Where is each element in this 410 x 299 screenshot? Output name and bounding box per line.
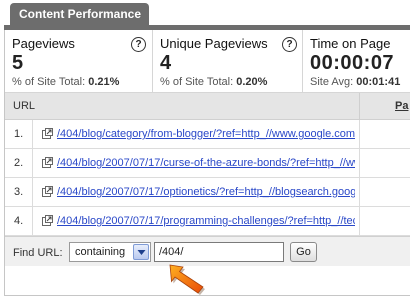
help-icon[interactable]: ? [131,37,146,52]
row-number: 1. [5,120,33,148]
metric-label: Time on Page [310,36,391,51]
url-link[interactable]: /404/blog/2007/07/17/optionetics/?ref=ht… [57,186,355,198]
url-link[interactable]: /404/blog/category/from-blogger/?ref=htt… [57,128,355,140]
metric-value: 00:00:07 [310,52,395,74]
metric-sub-label: Site Avg: [310,76,354,88]
table-row: 1. /404/blog/category/from-blogger/?ref=… [5,120,410,149]
chevron-down-icon[interactable] [133,244,149,260]
external-link-icon[interactable] [42,215,53,226]
column-header-url: URL [13,100,36,112]
metric-value: 4 [160,52,172,74]
column-header-pageviews[interactable]: Pa [395,100,408,112]
table-row: 3. /404/blog/2007/07/17/optionetics/?ref… [5,178,410,207]
metric-sub-value: 0.21% [88,76,120,88]
go-button[interactable]: Go [290,242,317,262]
match-type-select[interactable]: containing [69,242,151,262]
content-panel: Pageviews 5 % of Site Total: 0.21% ? Uni… [4,30,410,296]
row-number: 4. [5,207,33,235]
match-type-value: containing [75,246,126,258]
metric-pageviews: Pageviews 5 % of Site Total: 0.21% ? [5,30,153,93]
table-row: 4. /404/blog/2007/07/17/programming-chal… [5,207,410,236]
metric-time-on-page: Time on Page 00:00:07 Site Avg: 00:01:41 [303,30,410,93]
metric-sub-value: 0.20% [236,76,268,88]
metric-unique-pageviews: Unique Pageviews 4 % of Site Total: 0.20… [153,30,303,93]
metric-label: Unique Pageviews [160,36,268,51]
help-icon[interactable]: ? [282,37,297,52]
metric-sub: Site Avg: 00:01:41 [310,76,410,88]
metrics-bar: Pageviews 5 % of Site Total: 0.21% ? Uni… [5,30,410,93]
find-url-label: Find URL: [13,247,63,259]
find-url-input[interactable]: /404/ [154,242,284,262]
url-link[interactable]: /404/blog/2007/07/17/curse-of-the-azure-… [57,157,355,169]
column-divider [359,207,360,235]
pointer-arrow-icon [169,264,205,295]
external-link-icon[interactable] [42,186,53,197]
row-number: 2. [5,149,33,177]
metric-sub-label: % of Site Total: [160,76,234,88]
metric-value: 5 [12,52,24,74]
table-row: 2. /404/blog/2007/07/17/curse-of-the-azu… [5,149,410,178]
metric-sub-label: % of Site Total: [12,76,86,88]
external-link-icon[interactable] [42,128,53,139]
external-link-icon[interactable] [42,157,53,168]
table-header: URL Pa [5,93,410,120]
tab-content-performance[interactable]: Content Performance [10,3,149,26]
metric-sub: % of Site Total: 0.21% [12,76,152,88]
metric-sub: % of Site Total: 0.20% [160,76,302,88]
metric-sub-value: 00:01:41 [356,76,401,88]
column-divider [359,93,360,120]
url-link[interactable]: /404/blog/2007/07/17/programming-challen… [57,215,355,227]
column-divider [359,178,360,206]
column-divider [359,149,360,177]
row-number: 3. [5,178,33,206]
column-divider [359,120,360,148]
